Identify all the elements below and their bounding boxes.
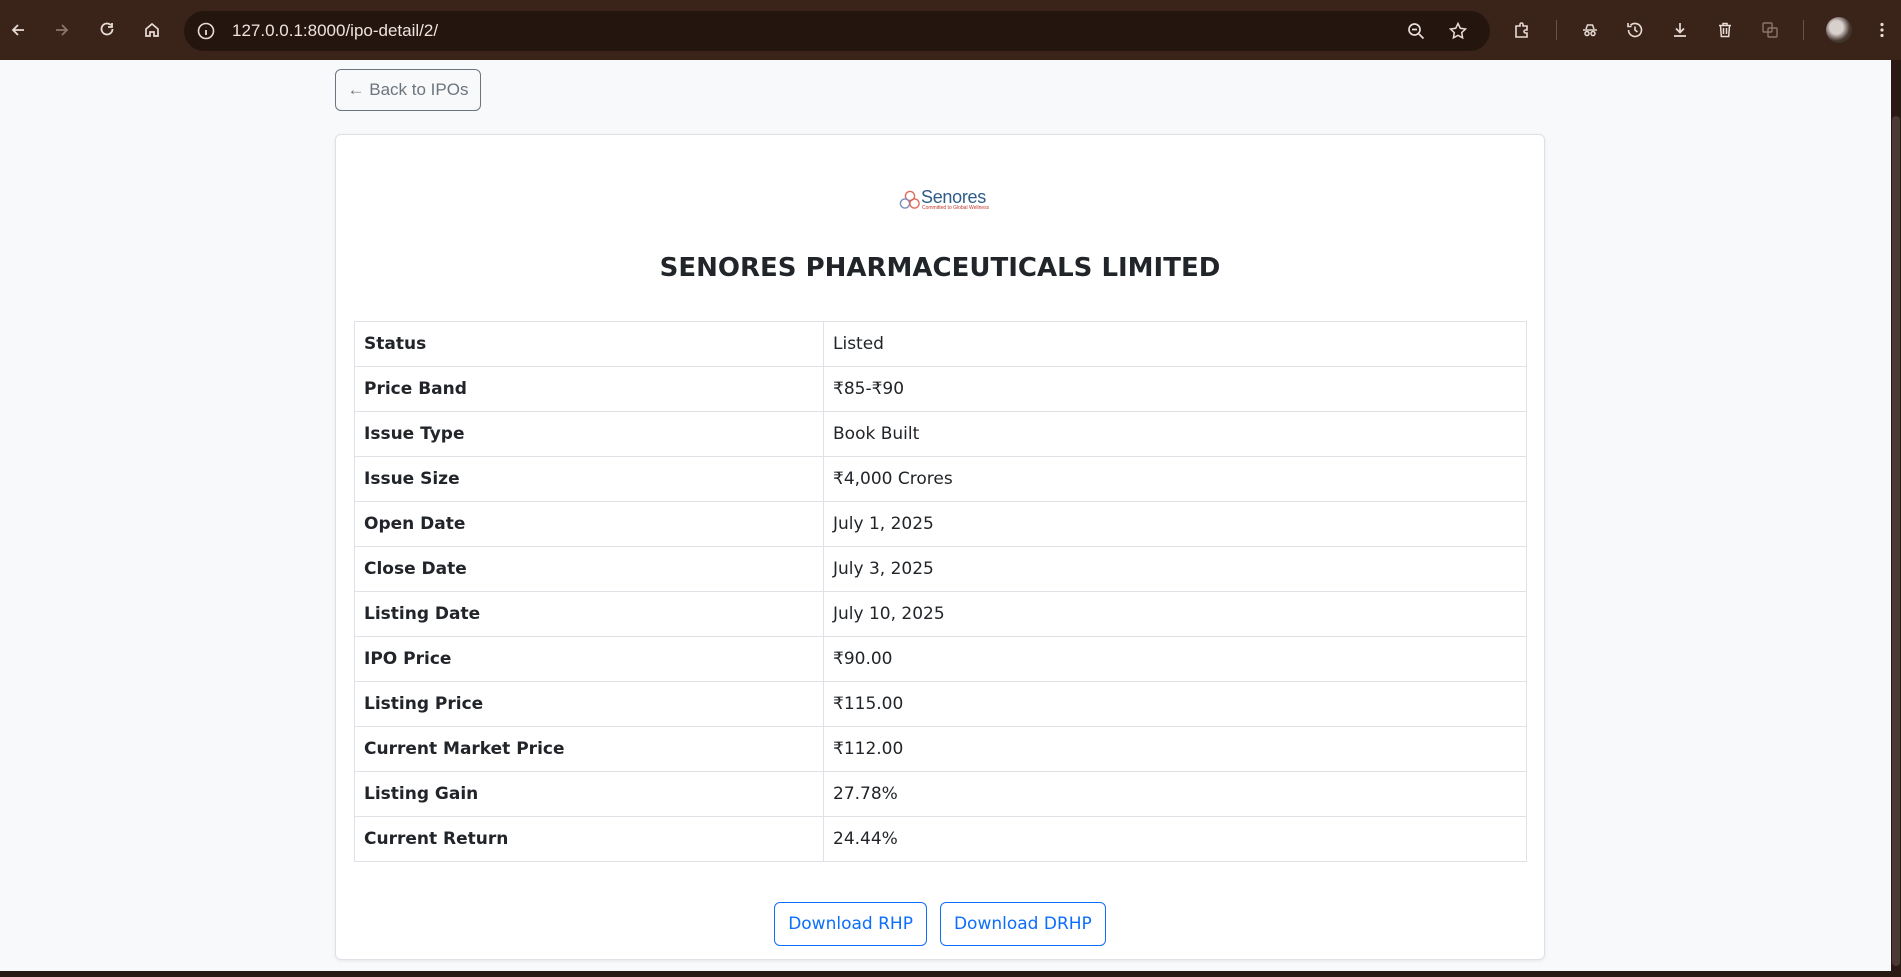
detail-value: July 3, 2025	[823, 546, 1527, 592]
delete-icon[interactable]	[1707, 12, 1743, 48]
page-scrollbar[interactable]	[1891, 60, 1901, 971]
address-bar[interactable]: 127.0.0.1:8000/ipo-detail/2/	[184, 11, 1490, 51]
history-icon[interactable]	[1617, 12, 1653, 48]
detail-value: ₹112.00	[823, 726, 1527, 772]
toolbar-separator	[1803, 20, 1804, 40]
scrollbar-thumb[interactable]	[1892, 116, 1900, 966]
profile-avatar[interactable]	[1826, 17, 1852, 43]
table-row: Listing Price ₹115.00	[354, 681, 1527, 727]
detail-value: ₹85-₹90	[823, 366, 1527, 412]
download-actions: Download RHP Download DRHP	[336, 902, 1544, 946]
detail-label: Listing Date	[354, 591, 824, 637]
home-icon[interactable]	[134, 12, 170, 48]
forward-icon[interactable]	[44, 12, 80, 48]
back-icon[interactable]	[0, 12, 36, 48]
table-row: Listing Date July 10, 2025	[354, 591, 1527, 637]
download-drhp-button[interactable]: Download DRHP	[939, 902, 1106, 946]
bookmark-star-icon[interactable]	[1448, 21, 1468, 46]
table-row: Status Listed	[354, 321, 1527, 367]
reload-icon[interactable]	[89, 12, 125, 48]
detail-label: Listing Price	[354, 681, 824, 727]
zoom-icon[interactable]	[1406, 21, 1426, 46]
download-rhp-button[interactable]: Download RHP	[774, 902, 927, 946]
detail-label: Current Market Price	[354, 726, 824, 772]
url-text: 127.0.0.1:8000/ipo-detail/2/	[232, 21, 439, 40]
company-logo: Senores Committed to Global Wellness	[898, 185, 990, 213]
back-to-ipos-button[interactable]: ← Back to IPOs	[335, 69, 481, 111]
detail-label: Issue Type	[354, 411, 824, 457]
detail-value: 27.78%	[823, 771, 1527, 817]
detail-label: Open Date	[354, 501, 824, 547]
detail-value: Book Built	[823, 411, 1527, 457]
download-icon[interactable]	[1662, 12, 1698, 48]
detail-label: Listing Gain	[354, 771, 824, 817]
logo-tagline: Committed to Global Wellness	[922, 205, 990, 211]
table-row: Current Return 24.44%	[354, 816, 1527, 862]
window-bottom-edge	[0, 971, 1891, 977]
detail-value: 24.44%	[823, 816, 1527, 862]
table-row: Close Date July 3, 2025	[354, 546, 1527, 592]
detail-label: Close Date	[354, 546, 824, 592]
company-title: SENORES PHARMACEUTICALS LIMITED	[659, 253, 1221, 283]
detail-value: ₹90.00	[823, 636, 1527, 682]
detail-value: ₹115.00	[823, 681, 1527, 727]
detail-label: Issue Size	[354, 456, 824, 502]
translate-icon[interactable]	[1752, 12, 1788, 48]
menu-icon[interactable]	[1864, 12, 1900, 48]
page-viewport: ← Back to IPOs Senores Committed to Glob…	[0, 60, 1891, 971]
browser-toolbar: 127.0.0.1:8000/ipo-detail/2/	[0, 0, 1901, 60]
table-row: Issue Size ₹4,000 Crores	[354, 456, 1527, 502]
table-row: Issue Type Book Built	[354, 411, 1527, 457]
table-row: Current Market Price ₹112.00	[354, 726, 1527, 772]
table-row: Open Date July 1, 2025	[354, 501, 1527, 547]
detail-label: Price Band	[354, 366, 824, 412]
detail-value: July 1, 2025	[823, 501, 1527, 547]
extensions-icon[interactable]	[1504, 12, 1540, 48]
toolbar-separator	[1556, 20, 1557, 40]
site-info-icon[interactable]	[196, 21, 216, 41]
ipo-detail-card: Senores Committed to Global Wellness SEN…	[335, 134, 1545, 960]
incognito-icon[interactable]	[1572, 12, 1608, 48]
detail-value: Listed	[823, 321, 1527, 367]
detail-value: ₹4,000 Crores	[823, 456, 1527, 502]
logo-mark-icon	[899, 190, 920, 209]
table-row: Price Band ₹85-₹90	[354, 366, 1527, 412]
table-row: Listing Gain 27.78%	[354, 771, 1527, 817]
detail-label: Status	[354, 321, 824, 367]
detail-label: Current Return	[354, 816, 824, 862]
ipo-details-table: Status Listed Price Band ₹85-₹90 Issue Typ…	[354, 321, 1527, 862]
detail-value: July 10, 2025	[823, 591, 1527, 637]
detail-label: IPO Price	[354, 636, 824, 682]
table-row: IPO Price ₹90.00	[354, 636, 1527, 682]
